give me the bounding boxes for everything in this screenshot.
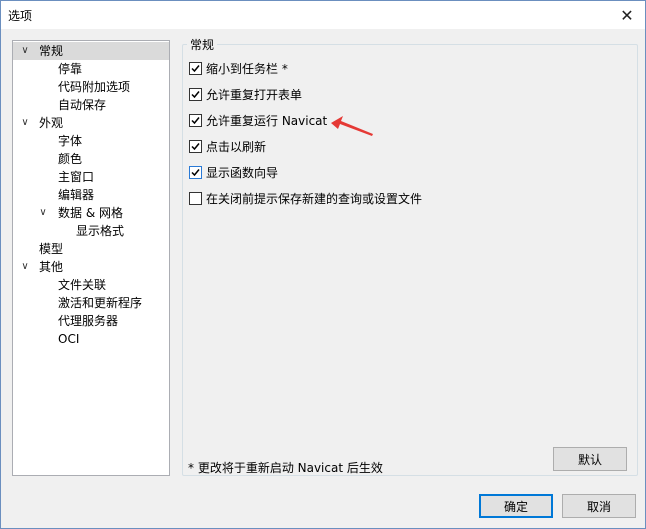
tree-item-font[interactable]: 字体	[13, 132, 169, 150]
chevron-down-icon[interactable]: ∨	[19, 114, 31, 132]
options-tree[interactable]: ∨ 常规 停靠 代码附加选项 自动保存 ∨ 外观 字体 颜色 主窗口 编辑器 ∨	[12, 40, 170, 476]
default-button[interactable]: 默认	[553, 447, 627, 471]
tree-item-autosave[interactable]: 自动保存	[13, 96, 169, 114]
tree-item-label: 代码附加选项	[58, 80, 131, 94]
checkbox[interactable]	[189, 61, 202, 75]
checkbox[interactable]	[189, 165, 202, 179]
tree-item-label: 激活和更新程序	[58, 296, 143, 310]
check-icon	[191, 90, 200, 98]
tree-item-main-window[interactable]: 主窗口	[13, 168, 169, 186]
tree-item-data-grid[interactable]: ∨ 数据 & 网格	[13, 204, 169, 222]
tree-item-model[interactable]: 模型	[13, 240, 169, 258]
option-show-function-wizard[interactable]: 显示函数向导	[189, 164, 278, 180]
checkbox[interactable]	[189, 113, 202, 127]
tree-item-label: 数据 & 网格	[58, 206, 123, 220]
chevron-down-icon[interactable]: ∨	[37, 204, 49, 222]
option-label: 点击以刷新	[206, 139, 267, 154]
check-icon	[191, 116, 200, 124]
tree-item-docking[interactable]: 停靠	[13, 60, 169, 78]
option-label: 缩小到任务栏 *	[206, 61, 288, 76]
tree-item-label: 字体	[58, 134, 83, 148]
checkbox[interactable]	[189, 139, 202, 153]
option-minimize-to-tray[interactable]: 缩小到任务栏 *	[189, 60, 288, 76]
tree-item-editor[interactable]: 编辑器	[13, 186, 169, 204]
tree-item-label: OCI	[58, 332, 80, 346]
tree-item-label: 显示格式	[76, 224, 125, 238]
checkbox[interactable]	[189, 191, 202, 205]
tree-item-file-association[interactable]: 文件关联	[13, 276, 169, 294]
tree-item-label: 停靠	[58, 62, 83, 76]
tree-item-other[interactable]: ∨ 其他	[13, 258, 169, 276]
tree-item-general[interactable]: ∨ 常规	[13, 42, 169, 60]
check-icon	[191, 142, 200, 150]
tree-item-label: 常规	[39, 44, 64, 58]
window-title: 选项	[8, 9, 33, 23]
tree-item-label: 其他	[39, 260, 64, 274]
group-title: 常规	[187, 36, 218, 53]
tree-item-label: 外观	[39, 116, 64, 130]
ok-button[interactable]: 确定	[479, 494, 553, 518]
option-label: 允许重复运行 Navicat	[206, 113, 328, 128]
option-allow-multiple-instances[interactable]: 允许重复运行 Navicat	[189, 112, 327, 128]
tree-item-activation-update[interactable]: 激活和更新程序	[13, 294, 169, 312]
chevron-down-icon[interactable]: ∨	[19, 42, 31, 60]
tree-item-oci[interactable]: OCI	[13, 330, 169, 348]
tree-item-label: 文件关联	[58, 278, 107, 292]
check-icon	[191, 168, 200, 176]
option-label: 允许重复打开表单	[206, 87, 303, 102]
tree-item-label: 编辑器	[58, 188, 95, 202]
options-dialog: 选项 ✕ ∨ 常规 停靠 代码附加选项 自动保存 ∨ 外观 字体 颜色 主窗口	[0, 0, 646, 529]
tree-item-color[interactable]: 颜色	[13, 150, 169, 168]
option-allow-multiple-forms[interactable]: 允许重复打开表单	[189, 86, 302, 102]
tree-item-label: 主窗口	[58, 170, 95, 184]
cancel-button[interactable]: 取消	[562, 494, 636, 518]
tree-item-display-format[interactable]: 显示格式	[13, 222, 169, 240]
general-group-box	[182, 44, 638, 476]
tree-item-proxy-server[interactable]: 代理服务器	[13, 312, 169, 330]
option-prompt-save-on-close[interactable]: 在关闭前提示保存新建的查询或设置文件	[189, 190, 422, 206]
tree-item-label: 代理服务器	[58, 314, 119, 328]
tree-item-label: 模型	[39, 242, 64, 256]
option-label: 在关闭前提示保存新建的查询或设置文件	[206, 191, 423, 206]
option-click-to-refresh[interactable]: 点击以刷新	[189, 138, 266, 154]
checkbox[interactable]	[189, 87, 202, 101]
option-label: 显示函数向导	[206, 165, 279, 180]
restart-note: * 更改将于重新启动 Navicat 后生效	[188, 461, 383, 475]
tree-item-label: 颜色	[58, 152, 83, 166]
chevron-down-icon[interactable]: ∨	[19, 258, 31, 276]
check-icon	[191, 64, 200, 72]
tree-item-label: 自动保存	[58, 98, 107, 112]
close-icon[interactable]: ✕	[615, 5, 639, 25]
title-bar[interactable]: 选项 ✕	[1, 1, 645, 29]
tree-item-code-append[interactable]: 代码附加选项	[13, 78, 169, 96]
tree-item-appearance[interactable]: ∨ 外观	[13, 114, 169, 132]
annotation-arrow-icon	[331, 116, 373, 136]
